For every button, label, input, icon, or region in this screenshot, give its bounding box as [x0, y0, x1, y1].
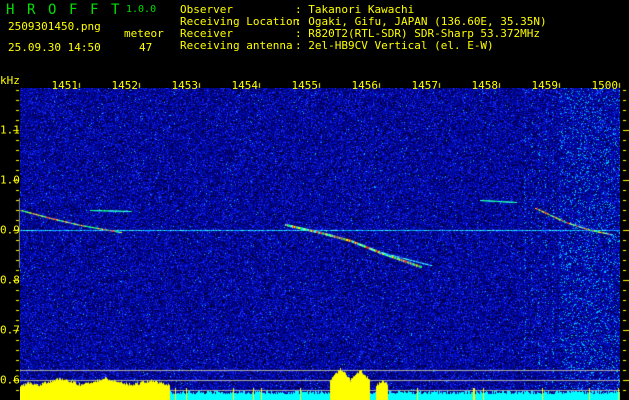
hrofft-window: HROFFT 1.0.0 2509301450.png 25.09.30 14:…	[0, 0, 629, 400]
info-location: Receiving Location: Ogaki, Gifu, JAPAN (…	[180, 15, 547, 28]
title-letter: H	[6, 2, 15, 18]
x-tick-label: 1500	[591, 79, 619, 92]
x-tick-label: 1454	[231, 79, 259, 92]
y-axis-unit: kHz	[0, 74, 20, 87]
x-tick-label: 1456	[351, 79, 379, 92]
spectrogram	[20, 88, 620, 400]
x-tick-label: 1455	[291, 79, 319, 92]
title-letter: F	[69, 2, 78, 18]
y-tick-label: 0.7	[0, 323, 20, 337]
app-version: 1.0.0	[126, 4, 157, 15]
x-tick-label: 1452	[111, 79, 139, 92]
y-tick-label: 0.9	[0, 223, 20, 237]
file-name: 2509301450.png	[8, 20, 101, 33]
y-tick-label: 1.1	[0, 123, 20, 137]
y-tick-label: 0.6	[0, 373, 20, 387]
title-letter: R	[27, 2, 36, 18]
y-tick-label: 0.8	[0, 273, 20, 287]
x-tick-label: 1451	[51, 79, 79, 92]
info-receiver: Receiver: R820T2(RTL-SDR) SDR-Sharp 53.3…	[180, 27, 541, 40]
x-tick-label: 1458	[471, 79, 499, 92]
title-letter: F	[90, 2, 99, 18]
date-time: 25.09.30 14:50	[8, 41, 101, 54]
x-tick-label: 1457	[411, 79, 439, 92]
y-tick-label: 1.0	[0, 173, 20, 187]
info-observer: Observer: Takanori Kawachi	[180, 3, 415, 16]
title-letter: O	[48, 2, 57, 18]
info-antenna: Receiving antenna: 2el-HB9CV Vertical (e…	[180, 39, 494, 52]
app-title: HROFFT	[6, 3, 132, 17]
x-tick-label: 1453	[171, 79, 199, 92]
meteor-label: meteor	[124, 27, 164, 40]
meteor-count: 47	[139, 41, 153, 54]
x-tick-label: 1459	[531, 79, 559, 92]
